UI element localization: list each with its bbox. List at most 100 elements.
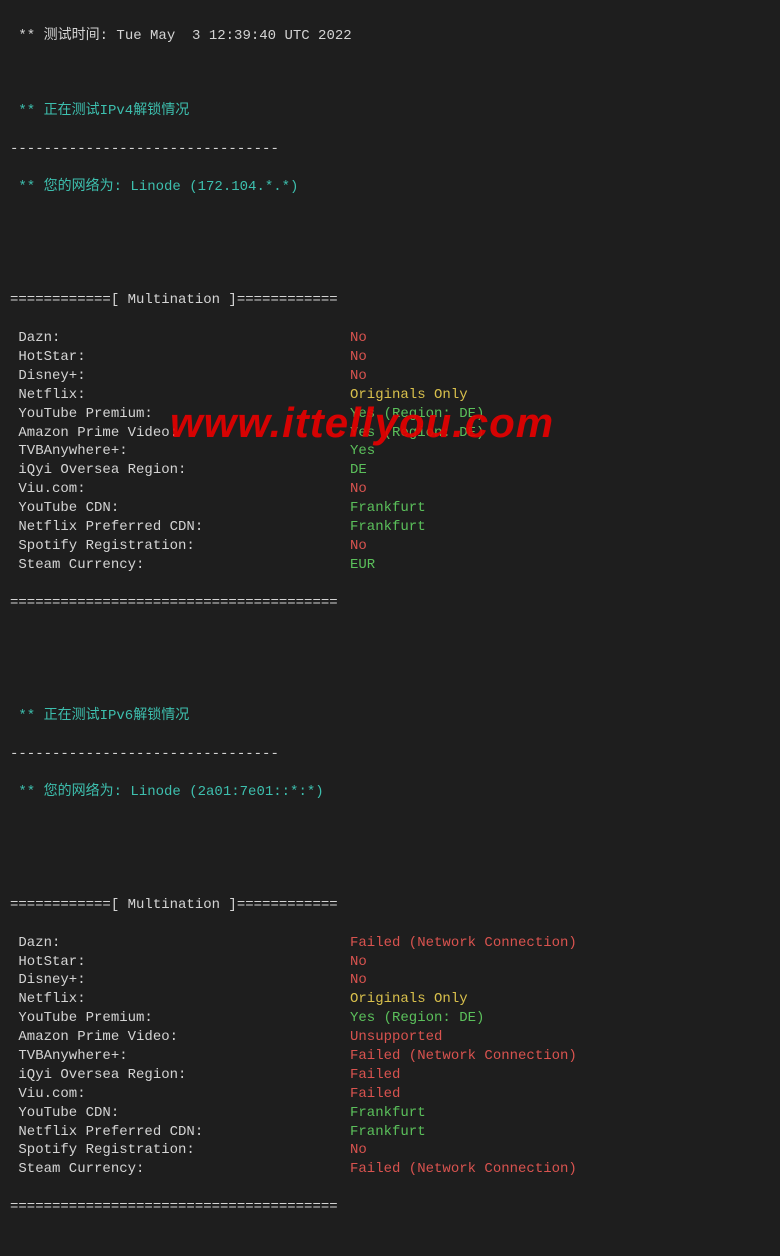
result-value: Failed — [350, 1066, 400, 1085]
result-label: Spotify Registration: — [10, 1141, 350, 1160]
result-value: Yes — [350, 442, 375, 461]
result-label: Netflix Preferred CDN: — [10, 1123, 350, 1142]
result-row: Steam Currency:EUR — [10, 556, 770, 575]
result-value: Frankfurt — [350, 1123, 426, 1142]
ipv6-result-list: Dazn:Failed (Network Connection) HotStar… — [10, 934, 770, 1180]
result-row: Spotify Registration:No — [10, 1141, 770, 1160]
result-row: HotStar:No — [10, 953, 770, 972]
result-label: iQyi Oversea Region: — [10, 1066, 350, 1085]
blank-line — [10, 65, 770, 84]
result-value: No — [350, 537, 367, 556]
result-value: Frankfurt — [350, 1104, 426, 1123]
ipv4-section-header: ============[ Multination ]============ — [10, 291, 770, 310]
result-label: Netflix Preferred CDN: — [10, 518, 350, 537]
result-label: YouTube Premium: — [10, 405, 350, 424]
result-label: HotStar: — [10, 953, 350, 972]
result-value: No — [350, 1141, 367, 1160]
result-row: YouTube CDN:Frankfurt — [10, 1104, 770, 1123]
ipv4-dash: -------------------------------- — [10, 140, 770, 159]
blank-line — [10, 216, 770, 235]
result-value: EUR — [350, 556, 375, 575]
blank-line — [10, 820, 770, 839]
result-value: Unsupported — [350, 1028, 442, 1047]
result-row: Steam Currency:Failed (Network Connectio… — [10, 1160, 770, 1179]
result-row: Viu.com:No — [10, 480, 770, 499]
result-label: Netflix: — [10, 386, 350, 405]
result-label: Viu.com: — [10, 480, 350, 499]
result-label: YouTube CDN: — [10, 499, 350, 518]
ipv6-network-prefix: ** 您的网络为: — [10, 784, 130, 800]
result-row: YouTube Premium:Yes (Region: DE) — [10, 1009, 770, 1028]
test-time-label: ** 测试时间: — [10, 28, 116, 44]
result-label: Disney+: — [10, 971, 350, 990]
header-line: ** 测试时间: Tue May 3 12:39:40 UTC 2022 — [10, 27, 770, 46]
result-row: iQyi Oversea Region:Failed — [10, 1066, 770, 1085]
result-value: Failed — [350, 1085, 400, 1104]
blank-line — [10, 858, 770, 877]
result-row: Spotify Registration:No — [10, 537, 770, 556]
result-row: Dazn:Failed (Network Connection) — [10, 934, 770, 953]
ipv4-result-list: Dazn:No HotStar:No Disney+:No Netflix:Or… — [10, 329, 770, 575]
ipv4-network-prefix: ** 您的网络为: — [10, 179, 130, 195]
result-value: No — [350, 480, 367, 499]
result-row: Disney+:No — [10, 367, 770, 386]
result-row: Amazon Prime Video:Yes (Region: DE) — [10, 424, 770, 443]
result-row: Netflix:Originals Only — [10, 990, 770, 1009]
blank-line — [10, 669, 770, 688]
result-value: Failed (Network Connection) — [350, 1160, 577, 1179]
ipv4-network-value: Linode (172.104.*.*) — [130, 179, 298, 195]
ipv4-testing-line: ** 正在测试IPv4解锁情况 — [10, 102, 770, 121]
ipv6-section-header: ============[ Multination ]============ — [10, 896, 770, 915]
ipv6-network-value: Linode (2a01:7e01::*:*) — [130, 784, 323, 800]
ipv6-network-line: ** 您的网络为: Linode (2a01:7e01::*:*) — [10, 783, 770, 802]
result-label: TVBAnywhere+: — [10, 442, 350, 461]
result-label: Steam Currency: — [10, 1160, 350, 1179]
result-label: YouTube Premium: — [10, 1009, 350, 1028]
result-label: TVBAnywhere+: — [10, 1047, 350, 1066]
result-value: DE — [350, 461, 367, 480]
result-value: Originals Only — [350, 990, 468, 1009]
ipv6-testing-line: ** 正在测试IPv6解锁情况 — [10, 707, 770, 726]
result-row: HotStar:No — [10, 348, 770, 367]
result-label: Steam Currency: — [10, 556, 350, 575]
result-label: YouTube CDN: — [10, 1104, 350, 1123]
result-label: Netflix: — [10, 990, 350, 1009]
result-label: Dazn: — [10, 934, 350, 953]
result-value: Yes (Region: DE) — [350, 405, 484, 424]
blank-line — [10, 631, 770, 650]
result-row: YouTube CDN:Frankfurt — [10, 499, 770, 518]
ipv4-section-footer: ======================================= — [10, 594, 770, 613]
result-row: TVBAnywhere+:Yes — [10, 442, 770, 461]
terminal-output: ** 测试时间: Tue May 3 12:39:40 UTC 2022 ** … — [0, 0, 780, 1256]
result-row: Netflix:Originals Only — [10, 386, 770, 405]
result-value: No — [350, 971, 367, 990]
result-value: No — [350, 348, 367, 367]
ipv6-dash: -------------------------------- — [10, 745, 770, 764]
result-label: Dazn: — [10, 329, 350, 348]
blank-line — [10, 254, 770, 273]
result-label: Disney+: — [10, 367, 350, 386]
result-value: Originals Only — [350, 386, 468, 405]
result-value: Failed (Network Connection) — [350, 934, 577, 953]
result-row: Netflix Preferred CDN:Frankfurt — [10, 518, 770, 537]
result-value: Frankfurt — [350, 499, 426, 518]
result-value: Failed (Network Connection) — [350, 1047, 577, 1066]
result-label: Amazon Prime Video: — [10, 1028, 350, 1047]
result-label: Spotify Registration: — [10, 537, 350, 556]
result-value: No — [350, 329, 367, 348]
result-value: Frankfurt — [350, 518, 426, 537]
result-label: Viu.com: — [10, 1085, 350, 1104]
ipv4-network-line: ** 您的网络为: Linode (172.104.*.*) — [10, 178, 770, 197]
result-value: No — [350, 953, 367, 972]
result-label: HotStar: — [10, 348, 350, 367]
result-value: No — [350, 367, 367, 386]
result-label: Amazon Prime Video: — [10, 424, 350, 443]
result-row: iQyi Oversea Region:DE — [10, 461, 770, 480]
result-row: Amazon Prime Video:Unsupported — [10, 1028, 770, 1047]
result-value: Yes (Region: DE) — [350, 424, 484, 443]
ipv6-section-footer: ======================================= — [10, 1198, 770, 1217]
result-row: Disney+:No — [10, 971, 770, 990]
result-row: YouTube Premium:Yes (Region: DE) — [10, 405, 770, 424]
result-label: iQyi Oversea Region: — [10, 461, 350, 480]
result-row: TVBAnywhere+:Failed (Network Connection) — [10, 1047, 770, 1066]
